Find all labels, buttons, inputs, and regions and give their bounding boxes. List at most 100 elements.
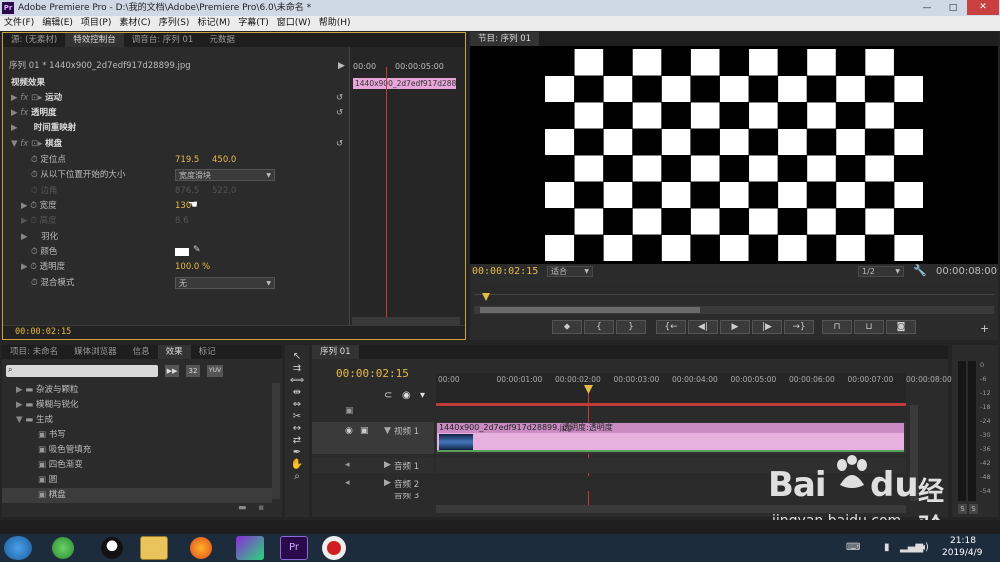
stopwatch-icon[interactable]: ⏱: [31, 155, 38, 165]
file-explorer-icon[interactable]: [140, 536, 168, 560]
program-timecode[interactable]: 00:00:02:15: [472, 266, 538, 277]
add-marker-icon[interactable]: ▾: [420, 390, 425, 401]
stopwatch-icon[interactable]: ⏱: [31, 247, 38, 257]
work-area-bar[interactable]: [436, 403, 906, 406]
lift-button[interactable]: ⊓: [822, 320, 852, 334]
hand-tool-icon[interactable]: ✋: [291, 459, 303, 470]
list-item[interactable]: ▣ 书写: [2, 428, 272, 443]
eyedropper-icon[interactable]: ✎: [193, 245, 201, 255]
menu-title[interactable]: 字幕(T): [234, 16, 273, 31]
tab-effect-controls[interactable]: 特效控制台: [65, 33, 124, 47]
wrench-icon[interactable]: 🔧: [913, 264, 927, 277]
reset-checker-icon[interactable]: ↺: [336, 137, 343, 152]
menu-marker[interactable]: 标记(M): [193, 16, 234, 31]
tray-keyboard-icon[interactable]: ⌨: [846, 542, 860, 553]
menu-sequence[interactable]: 序列(S): [155, 16, 194, 31]
badge-yuv[interactable]: YUV: [207, 365, 223, 377]
qq-icon[interactable]: [101, 537, 123, 559]
speaker-icon[interactable]: ◂: [345, 478, 350, 488]
new-bin-icon[interactable]: ▬: [238, 503, 247, 513]
list-item[interactable]: ▣ 吸色管填充: [2, 443, 272, 458]
effect-opacity-row[interactable]: ▶ fx 透明度 ↺: [11, 106, 346, 121]
clock-date[interactable]: 2019/4/9: [942, 548, 982, 558]
menu-help[interactable]: 帮助(H): [315, 16, 355, 31]
add-button-icon[interactable]: +: [980, 322, 989, 335]
firefox-icon[interactable]: [190, 537, 212, 559]
mini-playhead-line[interactable]: [386, 67, 387, 317]
speaker-icon[interactable]: ◂: [345, 460, 350, 470]
tab-source[interactable]: 源: (无素材): [3, 33, 65, 47]
go-to-out-button[interactable]: →}: [784, 320, 814, 334]
marker-icon[interactable]: ◉: [402, 390, 411, 401]
solo-right-button[interactable]: S: [969, 504, 978, 514]
export-frame-button[interactable]: ◙: [886, 320, 916, 334]
expand-arrow-icon[interactable]: ▶: [338, 61, 345, 71]
extract-button[interactable]: ⊔: [854, 320, 884, 334]
mark-in-button[interactable]: {: [584, 320, 614, 334]
color-swatch[interactable]: [175, 248, 189, 256]
resolution-dropdown[interactable]: 1/2 ▼: [858, 266, 904, 277]
timeline-timecode[interactable]: 00:00:02:15: [336, 367, 409, 380]
reset-opacity-icon[interactable]: ↺: [336, 106, 343, 121]
menu-edit[interactable]: 编辑(E): [38, 16, 77, 31]
delete-icon[interactable]: ▪: [258, 503, 264, 513]
mini-scrollbar[interactable]: [352, 317, 460, 325]
list-item[interactable]: ▣ 圆: [2, 473, 272, 488]
tab-project[interactable]: 项目: 未命名: [2, 345, 66, 359]
rate-stretch-tool-icon[interactable]: ⇔: [293, 399, 301, 410]
media-player-icon[interactable]: [236, 536, 264, 560]
program-ruler[interactable]: [474, 285, 994, 295]
mini-clip-bar[interactable]: 1440x900_2d7edf917d28899: [353, 78, 456, 89]
effect-controls-timecode[interactable]: 00:00:02:15: [15, 327, 71, 337]
tab-effects[interactable]: 效果: [157, 345, 191, 359]
fit-dropdown[interactable]: 适合 ▼: [547, 266, 593, 277]
stopwatch-icon[interactable]: ⏱: [31, 278, 38, 288]
clock-time[interactable]: 21:18: [950, 536, 976, 546]
maximize-button[interactable]: □: [941, 1, 965, 15]
menu-clip[interactable]: 素材(C): [115, 16, 154, 31]
effects-search-input[interactable]: ⌕: [6, 365, 158, 377]
tab-info[interactable]: 信息: [125, 345, 158, 359]
stopwatch-icon[interactable]: ⏱: [30, 201, 37, 211]
clip-fx-label[interactable]: 透明度:透明度: [562, 423, 613, 433]
selection-tool-icon[interactable]: ↖: [293, 351, 301, 362]
blend-dropdown[interactable]: 无 ▼: [175, 277, 275, 289]
slide-tool-icon[interactable]: ⇄: [293, 435, 301, 446]
program-zoom-handle[interactable]: [480, 307, 700, 313]
mark-out-button[interactable]: }: [616, 320, 646, 334]
menu-window[interactable]: 窗口(W): [273, 16, 315, 31]
program-playhead-marker[interactable]: [482, 293, 490, 301]
close-button[interactable]: ✕: [967, 0, 999, 15]
app-360-icon[interactable]: [52, 537, 74, 559]
anchor-y-value[interactable]: 450.0: [212, 153, 236, 168]
start-button[interactable]: [4, 536, 32, 560]
accelerated-effects-icon[interactable]: ▶▶: [165, 365, 179, 377]
tab-program[interactable]: 节目: 序列 01: [470, 32, 540, 46]
list-item[interactable]: ▣ 棋盘: [2, 488, 272, 503]
tab-media-browser[interactable]: 媒体浏览器: [66, 345, 125, 359]
menu-file[interactable]: 文件(F): [0, 16, 38, 31]
reset-motion-icon[interactable]: ↺: [336, 91, 343, 106]
tab-audio-mixer[interactable]: 调音台: 序列 01: [124, 33, 202, 47]
zoom-tool-icon[interactable]: ⌕: [294, 471, 300, 482]
tab-markers[interactable]: 标记: [191, 345, 224, 359]
effect-time-remap-row[interactable]: ▶ 时间重映射: [11, 121, 76, 136]
step-forward-button[interactable]: |▶: [752, 320, 782, 334]
track-select-tool-icon[interactable]: ⇉: [293, 363, 301, 374]
effects-scrollbar[interactable]: [272, 383, 280, 499]
list-item[interactable]: ▶ ▬ 杂波与颗粒: [2, 383, 272, 398]
minimize-button[interactable]: —: [915, 1, 939, 15]
add-marker-button[interactable]: ⬥: [552, 320, 582, 334]
effect-checker-row[interactable]: ▼ fx ⊡▸ 棋盘 ↺: [11, 137, 346, 152]
recorder-icon[interactable]: [322, 536, 346, 560]
razor-tool-icon[interactable]: ✂: [293, 411, 301, 422]
go-to-in-button[interactable]: {←: [656, 320, 686, 334]
tab-sequence[interactable]: 序列 01: [312, 345, 359, 359]
lock-icon[interactable]: ▣: [360, 426, 369, 436]
slip-tool-icon[interactable]: ↔: [293, 423, 301, 434]
opacity-param-value[interactable]: 100.0 %: [175, 260, 210, 275]
badge-32[interactable]: 32: [186, 365, 200, 377]
effect-motion-row[interactable]: ▶ fx ⊡▸ 运动 ↺: [11, 91, 346, 106]
video-track-icon[interactable]: ▣: [345, 406, 354, 416]
video-clip[interactable]: 1440x900_2d7edf917d28899.jpg 透明度:透明度: [437, 423, 904, 452]
